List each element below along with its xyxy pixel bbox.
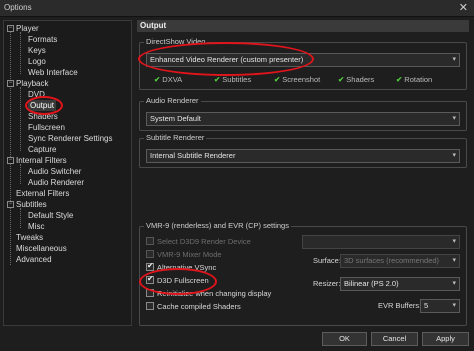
checkmark-icon: ✔ — [214, 75, 221, 84]
tree-item-default-style[interactable]: Default Style — [28, 210, 73, 221]
tree-expander-icon[interactable]: − — [7, 201, 14, 208]
audio-renderer-select[interactable]: System Default ▾ — [146, 112, 460, 126]
checkmark-icon: ✔ — [274, 75, 281, 84]
tree-item-web-interface[interactable]: Web Interface — [28, 67, 78, 78]
tree-item-logo[interactable]: Logo — [28, 56, 46, 67]
tree-expander-icon[interactable]: − — [7, 80, 14, 87]
tree-connector — [10, 27, 11, 265]
select-d3d9-device-checkbox[interactable]: Select D3D9 Render Device — [146, 237, 251, 247]
evr-buffers-value: 5 — [424, 301, 429, 310]
options-tree[interactable]: − Player Formats Keys Logo Web Interface − Play… — [3, 20, 132, 326]
resizer-label: Resizer: — [313, 279, 341, 288]
tree-item-player[interactable]: Player — [16, 23, 39, 34]
tree-item-tweaks[interactable]: Tweaks — [16, 232, 43, 243]
chevron-down-icon: ▾ — [452, 152, 456, 159]
video-renderer-value: Enhanced Video Renderer (custom presente… — [150, 55, 304, 64]
d3d-fullscreen-checkbox[interactable]: D3D Fullscreen — [146, 274, 209, 286]
tree-item-capture[interactable]: Capture — [28, 144, 56, 155]
subtitle-renderer-label: Subtitle Renderer — [144, 133, 207, 142]
ok-button[interactable]: OK — [322, 332, 367, 346]
checkmark-icon: ✔ — [338, 75, 345, 84]
output-pane: Output DirectShow Video Enhanced Video R… — [137, 20, 469, 326]
tree-item-audio-renderer[interactable]: Audio Renderer — [28, 177, 84, 188]
surface-label: Surface: — [313, 256, 341, 265]
close-icon[interactable]: ✕ — [459, 1, 468, 14]
tree-connector — [20, 32, 21, 74]
page-title: Output — [137, 20, 469, 32]
checkbox-box — [146, 274, 154, 284]
vmr-evr-settings-group: VMR-9 (renderless) and EVR (CP) settings… — [139, 221, 467, 326]
tree-connector — [20, 164, 21, 184]
cap-shaders: ✔ Shaders — [338, 75, 375, 84]
video-renderer-select[interactable]: Enhanced Video Renderer (custom presente… — [146, 53, 460, 67]
cap-subtitles: ✔ Subtitles — [214, 75, 252, 84]
subtitle-renderer-select[interactable]: Internal Subtitle Renderer ▾ — [146, 149, 460, 163]
checkmark-icon: ✔ — [154, 75, 161, 84]
surface-select[interactable]: 3D surfaces (recommended) ▾ — [340, 254, 460, 268]
tree-connector — [20, 87, 21, 151]
chevron-down-icon: ▾ — [452, 257, 456, 264]
tree-item-subtitles[interactable]: Subtitles — [16, 199, 47, 210]
window-title: Options — [4, 3, 32, 12]
directshow-video-group: DirectShow Video Enhanced Video Renderer… — [139, 37, 467, 90]
alternative-vsync-checkbox[interactable]: Alternative VSync — [146, 261, 216, 273]
checkmark-icon: ✔ — [396, 75, 403, 84]
title-bar: Options ✕ — [0, 0, 474, 17]
checkbox-box — [146, 237, 154, 245]
tree-item-sync-renderer-settings[interactable]: Sync Renderer Settings — [28, 133, 113, 144]
cap-screenshot: ✔ Screenshot — [274, 75, 321, 84]
vmr9-mixer-mode-checkbox[interactable]: VMR-9 Mixer Mode — [146, 250, 222, 260]
tree-item-output[interactable]: Output — [28, 100, 57, 111]
directshow-video-label: DirectShow Video — [144, 37, 208, 46]
tree-expander-icon[interactable]: − — [7, 25, 14, 32]
audio-renderer-value: System Default — [150, 114, 201, 123]
chevron-down-icon: ▾ — [452, 115, 456, 122]
resizer-value: Bilinear (PS 2.0) — [344, 279, 399, 288]
checkbox-box — [146, 250, 154, 258]
tree-item-keys[interactable]: Keys — [28, 45, 46, 56]
tree-item-fullscreen[interactable]: Fullscreen — [28, 122, 65, 133]
reinitialize-display-checkbox[interactable]: Reinitialize when changing display — [146, 289, 271, 299]
tree-item-shaders[interactable]: Shaders — [28, 111, 58, 122]
evr-buffers-select[interactable]: 5 ▾ — [420, 299, 460, 313]
tree-item-internal-filters[interactable]: Internal Filters — [16, 155, 67, 166]
cache-shaders-checkbox[interactable]: Cache compiled Shaders — [146, 302, 241, 312]
tree-item-audio-switcher[interactable]: Audio Switcher — [28, 166, 81, 177]
subtitle-renderer-value: Internal Subtitle Renderer — [150, 151, 236, 160]
audio-renderer-group: Audio Renderer System Default ▾ — [139, 96, 467, 131]
evr-buffers-label: EVR Buffers: — [378, 301, 422, 310]
vmr-evr-settings-label: VMR-9 (renderless) and EVR (CP) settings — [144, 221, 291, 230]
tree-item-formats[interactable]: Formats — [28, 34, 57, 45]
tree-item-misc[interactable]: Misc — [28, 221, 44, 232]
checkbox-box — [146, 261, 154, 271]
d3d9-device-select[interactable]: ▾ — [302, 235, 460, 249]
tree-item-miscellaneous[interactable]: Miscellaneous — [16, 243, 67, 254]
tree-item-playback[interactable]: Playback — [16, 78, 48, 89]
cap-dxva: ✔ DXVA — [154, 75, 183, 84]
tree-item-external-filters[interactable]: External Filters — [16, 188, 69, 199]
surface-value: 3D surfaces (recommended) — [344, 256, 440, 265]
chevron-down-icon: ▾ — [452, 56, 456, 63]
cap-rotation: ✔ Rotation — [396, 75, 433, 84]
chevron-down-icon: ▾ — [452, 280, 456, 287]
tree-connector — [20, 208, 21, 228]
chevron-down-icon: ▾ — [452, 238, 456, 245]
resizer-select[interactable]: Bilinear (PS 2.0) ▾ — [340, 277, 460, 291]
audio-renderer-label: Audio Renderer — [144, 96, 201, 105]
apply-button[interactable]: Apply — [422, 332, 469, 346]
tree-expander-icon[interactable]: − — [7, 157, 14, 164]
chevron-down-icon: ▾ — [452, 302, 456, 309]
checkbox-box — [146, 302, 154, 310]
tree-item-dvd[interactable]: DVD — [28, 89, 45, 100]
tree-item-advanced[interactable]: Advanced — [16, 254, 52, 265]
cancel-button[interactable]: Cancel — [371, 332, 418, 346]
subtitle-renderer-group: Subtitle Renderer Internal Subtitle Rend… — [139, 133, 467, 168]
checkbox-box — [146, 289, 154, 297]
